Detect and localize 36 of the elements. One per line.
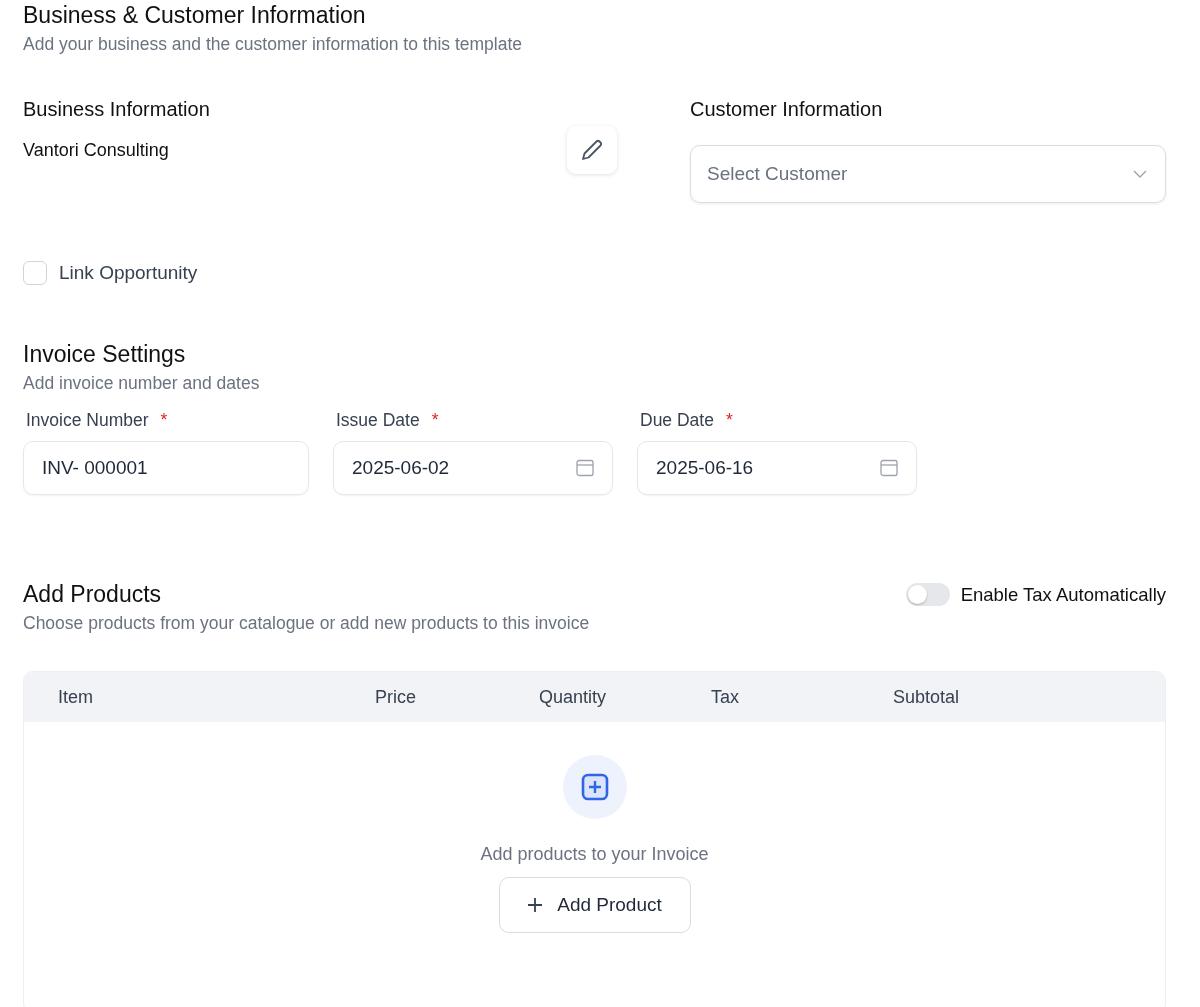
chevron-down-icon xyxy=(1133,170,1147,178)
section-title: Business & Customer Information xyxy=(23,1,367,30)
toggle-label: Enable Tax Automatically xyxy=(960,583,1166,606)
checkbox-label: Link Opportunity xyxy=(59,262,198,284)
column-header: Subtotal xyxy=(893,686,961,708)
customer-select[interactable]: Select Customer xyxy=(690,145,1166,203)
subsection-heading: Business Information xyxy=(23,97,211,122)
field-label: Issue Date xyxy=(336,409,420,431)
field-label: Invoice Number xyxy=(26,409,149,431)
edit-button[interactable] xyxy=(567,126,617,174)
add-product-button[interactable]: Add Product xyxy=(498,877,691,933)
column-header: Tax xyxy=(711,686,740,708)
date-field[interactable]: 2025-06-02 xyxy=(333,441,613,495)
section-subtitle: Add invoice number and dates xyxy=(23,372,261,395)
section-subtitle: Add your business and the customer information to this template xyxy=(23,33,523,56)
section-subtitle: Choose products from your catalogue or add new products to this invoice xyxy=(23,612,590,635)
column-header: Quantity xyxy=(539,686,608,708)
calendar-icon xyxy=(576,459,594,477)
required-mark: * xyxy=(725,409,733,431)
column-header: Item xyxy=(58,686,94,708)
calendar-icon xyxy=(880,459,898,477)
checkbox[interactable] xyxy=(23,261,47,285)
toggle-switch[interactable] xyxy=(905,583,950,606)
field-label: Due Date xyxy=(640,409,714,431)
pencil-icon xyxy=(579,137,605,163)
plus-icon xyxy=(527,897,544,913)
section-title: Add Products xyxy=(23,580,163,609)
section-title: Invoice Settings xyxy=(23,340,187,369)
date-field[interactable]: 2025-06-16 xyxy=(637,441,917,495)
subsection-heading: Customer Information xyxy=(690,97,884,122)
business-name: Vantori Consulting xyxy=(23,140,169,161)
required-mark: * xyxy=(431,409,439,431)
column-header: Price xyxy=(375,686,417,708)
text-field[interactable]: INV- 000001 xyxy=(23,441,309,495)
empty-state-message: Add products to your Invoice xyxy=(480,844,709,865)
required-mark: * xyxy=(160,409,168,431)
